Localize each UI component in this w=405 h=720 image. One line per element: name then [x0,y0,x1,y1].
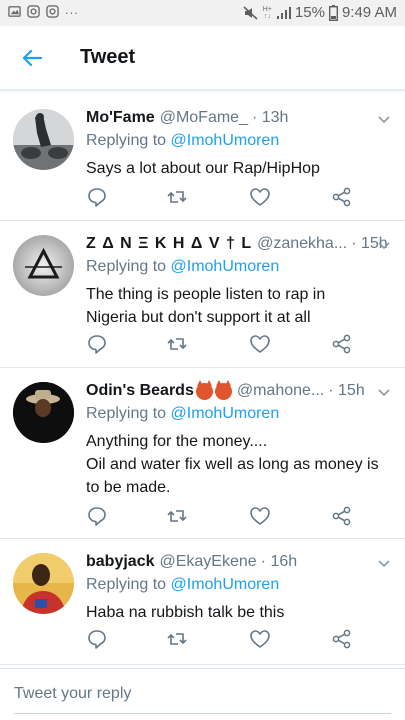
app-header: Tweet [0,26,405,90]
battery-percent: 15% [294,4,325,21]
devil-emoji-icon [214,379,232,400]
mention-link[interactable]: @ImohUmoren [171,132,280,149]
signal-icon [276,6,291,19]
devil-emoji-icon [195,379,213,400]
network-type: H+ ↑↓ [262,5,272,20]
retweet-icon[interactable] [166,186,188,208]
heart-icon[interactable] [249,505,271,527]
mention-link[interactable]: @ImohUmoren [171,405,280,422]
share-icon[interactable] [331,333,353,355]
mention-link[interactable]: @ImohUmoren [171,576,280,593]
chevron-down-icon[interactable] [377,241,391,251]
chevron-down-icon[interactable] [377,115,391,125]
tweet-text: Haba na rubbish talk be this [86,604,285,621]
user-handle: @EkayEkene [159,553,257,570]
tweet-text: Anything for the money.... Oil and water … [86,433,379,496]
input-underline [14,713,391,714]
header-divider [0,90,405,93]
instagram-icon [27,5,40,18]
heart-icon[interactable] [249,186,271,208]
mention-link[interactable]: @ImohUmoren [171,258,280,275]
tweet-actions [86,333,356,355]
avatar[interactable] [13,235,74,296]
retweet-icon[interactable] [166,628,188,650]
avatar[interactable] [13,382,74,443]
battery-icon [328,4,338,21]
replying-to: Replying to @ImohUmoren [86,576,280,593]
tweet-content: Mo'Fame @MoFame_ · 13h Replying to @Imoh… [86,107,391,180]
tweet-actions [86,186,356,208]
tweet-content: Odin's Beards @mahone... · 15h Replying … [86,379,391,499]
share-icon[interactable] [331,505,353,527]
avatar[interactable] [13,553,74,614]
replying-to: Replying to @ImohUmoren [86,132,280,149]
timestamp: · 13h [251,109,289,126]
instagram-icon [46,5,59,18]
timestamp: · 15h [328,382,365,399]
page-title: Tweet [80,46,136,68]
chevron-down-icon[interactable] [377,559,391,569]
notification-area: ... [8,2,79,18]
reply-tweet[interactable]: Odin's Beards @mahone... · 15h Replying … [0,368,405,539]
tweet-text: The thing is people listen to rap in Nige… [86,286,326,326]
user-handle: @zanekha... [257,235,348,252]
tweet-text: Says a lot about our Rap/HipHop [86,160,320,177]
system-indicators: H+ ↑↓ 15% 9:49 AM [243,4,397,21]
heart-icon[interactable] [249,628,271,650]
reply-tweet[interactable]: babyjack @EkayEkene · 16h Replying to @I… [0,539,405,665]
display-name[interactable]: Odin's Beards [86,382,194,400]
share-icon[interactable] [331,186,353,208]
chevron-down-icon[interactable] [377,388,391,398]
tweet-header: Z Δ N Ξ K H Δ V † L @zanekha... · 15h [86,233,391,255]
back-arrow-icon[interactable] [20,46,44,70]
tweet-header: babyjack @EkayEkene · 16h [86,551,391,573]
share-icon[interactable] [331,628,353,650]
reply-icon[interactable] [86,186,108,208]
timestamp: · 16h [260,553,298,570]
tweet-header: Odin's Beards @mahone... · 15h [86,379,391,402]
reply-icon[interactable] [86,505,108,527]
display-name[interactable]: Mo'Fame [86,109,155,127]
replying-to: Replying to @ImohUmoren [86,405,280,422]
tweet-actions [86,628,356,650]
mute-icon [243,5,258,20]
tweet-content: Z Δ N Ξ K H Δ V † L @zanekha... · 15h Re… [86,233,391,329]
tweet-header: Mo'Fame @MoFame_ · 13h [86,107,391,129]
reply-icon[interactable] [86,628,108,650]
heart-icon[interactable] [249,333,271,355]
gallery-icon [8,6,21,17]
reply-input[interactable]: Tweet your reply [14,685,131,703]
user-handle: @mahone... [236,382,325,399]
status-bar: ... H+ ↑↓ 15% 9:49 AM [0,0,405,26]
display-name[interactable]: Z Δ N Ξ K H Δ V † L [86,235,252,253]
replying-to: Replying to @ImohUmoren [86,258,280,275]
tweet-actions [86,505,356,527]
avatar[interactable] [13,109,74,170]
tweet-content: babyjack @EkayEkene · 16h Replying to @I… [86,551,391,624]
retweet-icon[interactable] [166,333,188,355]
reply-composer: Tweet your reply [0,668,405,720]
reply-tweet[interactable]: Z Δ N Ξ K H Δ V † L @zanekha... · 15h Re… [0,221,405,368]
clock: 9:49 AM [341,4,397,21]
more-notifications: ... [65,2,79,17]
user-handle: @MoFame_ [159,109,248,126]
retweet-icon[interactable] [166,505,188,527]
reply-tweet[interactable]: Mo'Fame @MoFame_ · 13h Replying to @Imoh… [0,95,405,221]
display-name[interactable]: babyjack [86,553,154,571]
reply-icon[interactable] [86,333,108,355]
